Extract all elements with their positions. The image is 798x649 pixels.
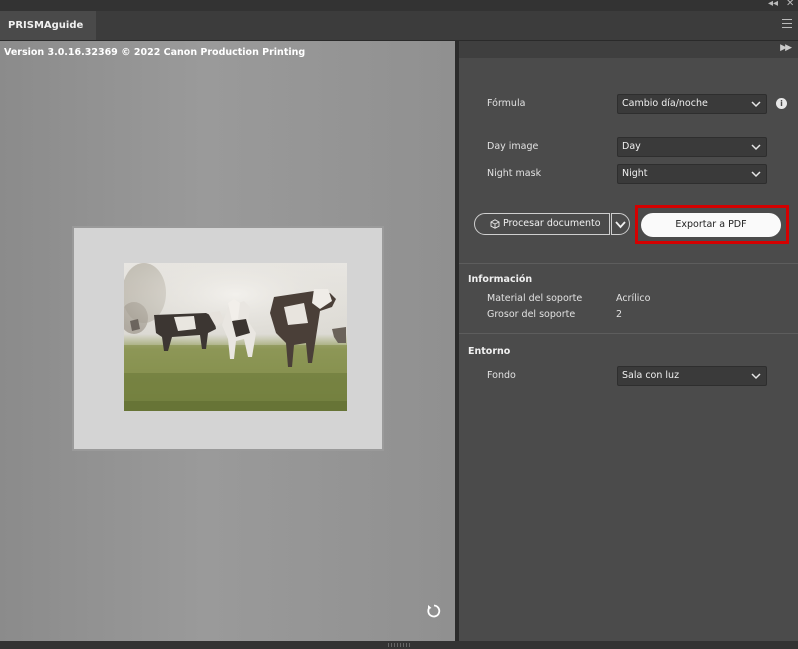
chevron-down-icon [751, 101, 761, 108]
info-icon[interactable]: i [776, 98, 787, 109]
night-mask-select-value: Night [622, 168, 648, 179]
preview-photo [124, 263, 347, 411]
collapse-panel-right-icon[interactable]: ▶▶ [780, 43, 792, 53]
formula-label: Fórmula [487, 98, 526, 109]
process-document-button[interactable]: Procesar documento [474, 213, 610, 235]
material-value: Acrílico [616, 293, 651, 304]
background-select-value: Sala con luz [622, 370, 680, 381]
material-label: Material del soporte [487, 293, 583, 304]
day-image-label: Day image [487, 141, 539, 152]
title-strip: ◂◂ ✕ [0, 0, 798, 11]
environment-section-heading: Entorno [468, 346, 511, 357]
close-icon[interactable]: ✕ [786, 0, 794, 9]
process-options-dropdown[interactable] [611, 213, 630, 235]
cube-icon [490, 219, 500, 229]
reset-view-icon[interactable] [426, 603, 442, 619]
section-divider [459, 333, 798, 334]
hamburger-menu-icon[interactable] [782, 19, 792, 28]
print-preview-frame [72, 226, 384, 451]
background-label: Fondo [487, 370, 516, 381]
tab-bar: PRISMAguide XL [0, 11, 798, 60]
cows-image [124, 263, 347, 411]
collapse-panel-icon[interactable]: ◂◂ [768, 0, 778, 9]
thickness-value: 2 [616, 309, 623, 320]
thickness-label: Grosor del soporte [487, 309, 576, 320]
info-section-heading: Información [468, 274, 533, 285]
chevron-down-icon [751, 373, 761, 380]
section-divider [459, 263, 798, 264]
panel-header: ▶▶ [459, 41, 798, 58]
background-select[interactable]: Sala con luz [617, 366, 767, 386]
chevron-down-icon [751, 144, 761, 151]
chevron-down-icon [751, 171, 761, 178]
settings-panel: ▶▶ Fórmula Cambio día/noche i Day image … [459, 41, 798, 641]
tab-prismaguide[interactable]: PRISMAguide XL [0, 11, 96, 60]
version-text: Version 3.0.16.32369 © 2022 Canon Produc… [4, 47, 306, 58]
resize-grip[interactable] [388, 643, 410, 647]
preview-canvas: Version 3.0.16.32369 © 2022 Canon Produc… [0, 41, 455, 641]
formula-select-value: Cambio día/noche [622, 98, 708, 109]
chevron-down-icon [615, 221, 626, 229]
day-image-select-value: Day [622, 141, 641, 152]
export-pdf-button[interactable]: Exportar a PDF [641, 213, 781, 237]
formula-select[interactable]: Cambio día/noche [617, 94, 767, 114]
night-mask-select[interactable]: Night [617, 164, 767, 184]
day-image-select[interactable]: Day [617, 137, 767, 157]
status-bar [0, 641, 798, 649]
process-document-label: Procesar documento [503, 218, 601, 229]
night-mask-label: Night mask [487, 168, 542, 179]
